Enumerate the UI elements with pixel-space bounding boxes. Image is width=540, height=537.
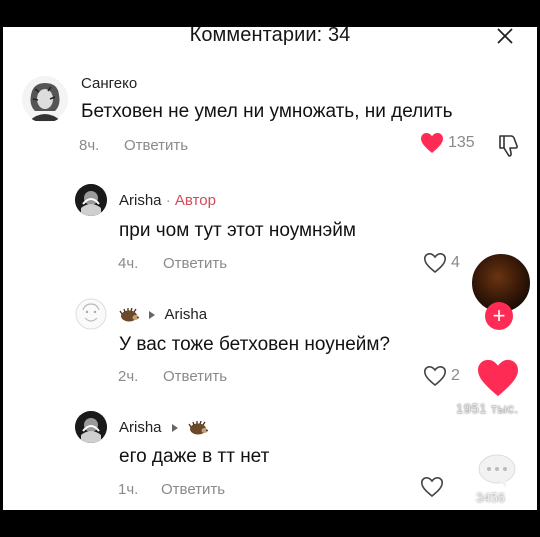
reply-button[interactable]: Ответить: [161, 481, 225, 498]
heart-outline-icon: [423, 252, 447, 274]
heart-outline-icon: [420, 476, 444, 498]
video-like-count: 1951 тыс.: [456, 401, 519, 416]
comment-time: 1ч.: [118, 481, 139, 498]
author-name[interactable]: Arisha: [119, 192, 162, 209]
reply-button[interactable]: Ответить: [163, 368, 227, 385]
reply-to-name[interactable]: Arisha: [165, 306, 208, 323]
heart-filled-icon: [421, 133, 443, 153]
hedgehog-icon: [119, 308, 139, 322]
author-badge: Автор: [174, 192, 216, 209]
comments-title: Комментарии: 34: [189, 27, 351, 46]
avatar[interactable]: [21, 75, 69, 123]
like-button[interactable]: 135: [420, 132, 475, 154]
like-count: 4: [451, 254, 460, 271]
heart-outline-icon: [423, 365, 447, 387]
comment-time: 4ч.: [118, 255, 139, 272]
video-like-icon[interactable]: [476, 358, 520, 398]
comments-panel: Комментарии: 34 Сангеко Бетховен не умел…: [3, 27, 537, 510]
close-icon[interactable]: [495, 27, 515, 46]
reply-arrow-icon: [149, 311, 156, 320]
reply-header: Arisha: [119, 306, 207, 323]
video-comment-icon[interactable]: [476, 452, 518, 490]
comment-author: Arisha: [119, 419, 208, 436]
comment-text: У вас тоже бетховен ноунейм?: [119, 334, 391, 355]
like-count: 2: [451, 367, 460, 384]
hedgehog-icon: [188, 421, 208, 435]
dislike-icon[interactable]: [497, 134, 519, 158]
follow-plus-icon[interactable]: +: [485, 302, 513, 330]
like-button[interactable]: [420, 476, 448, 498]
comment-time: 8ч.: [79, 137, 100, 154]
avatar[interactable]: [75, 411, 107, 443]
author-name[interactable]: Arisha: [119, 419, 162, 436]
comment-time: 2ч.: [118, 368, 139, 385]
comment-text: его даже в тт нет: [119, 446, 270, 467]
comment-author[interactable]: Сангеко: [81, 75, 137, 92]
avatar[interactable]: [75, 298, 107, 330]
comment-text: Бетховен не умел ни умножать, ни делить: [81, 101, 453, 122]
like-button[interactable]: 2: [423, 365, 460, 387]
reply-button[interactable]: Ответить: [124, 137, 188, 154]
reply-button[interactable]: Ответить: [163, 255, 227, 272]
like-button[interactable]: 4: [423, 252, 460, 274]
comment-author[interactable]: Arisha · Автор: [119, 192, 216, 209]
separator: ·: [165, 192, 171, 209]
avatar[interactable]: [75, 184, 107, 216]
like-count: 135: [448, 134, 475, 151]
comment-text: при чом тут этот ноумнэйм: [119, 220, 356, 241]
reply-arrow-icon: [171, 424, 178, 433]
video-comment-count: 3456: [476, 490, 505, 505]
